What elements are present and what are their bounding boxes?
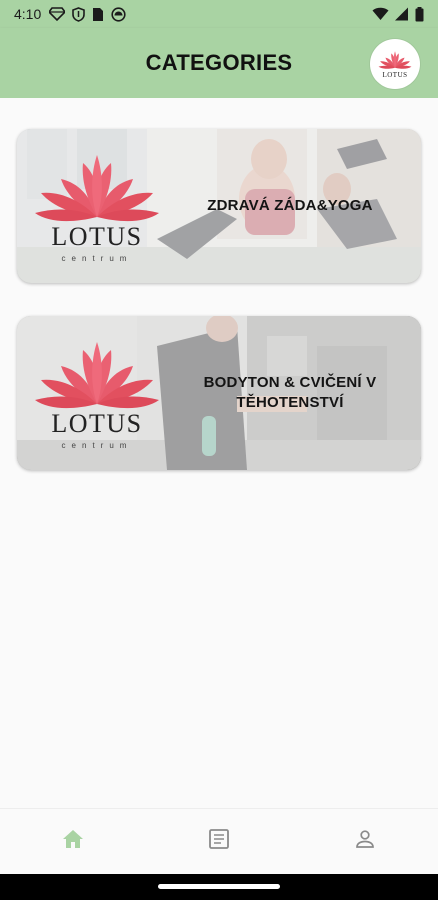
battery-icon bbox=[415, 6, 424, 22]
page-title: CATEGORIES bbox=[145, 50, 293, 75]
diamond-icon bbox=[49, 7, 66, 21]
document-icon bbox=[208, 828, 230, 855]
bottom-navigation bbox=[0, 808, 438, 874]
system-gesture-bar bbox=[0, 874, 438, 900]
shield-icon bbox=[72, 6, 86, 22]
home-gesture-handle[interactable] bbox=[158, 884, 280, 889]
categories-list: LOTUS centrum ZDRAVÁ ZÁDA&YOGA LOTUS cen… bbox=[0, 98, 438, 808]
lotus-flower-icon bbox=[378, 51, 412, 69]
category-title: ZDRAVÁ ZÁDA&YOGA bbox=[207, 197, 373, 214]
logo-subtitle: centrum bbox=[62, 441, 133, 450]
nav-home[interactable] bbox=[0, 809, 146, 874]
logo-subtitle: centrum bbox=[62, 254, 133, 263]
wifi-icon bbox=[372, 7, 389, 21]
circle-app-icon bbox=[111, 6, 126, 22]
category-card-bodyton-cviceni[interactable]: LOTUS centrum BODYTON & CVIČENÍ V TĚHOTE… bbox=[17, 316, 421, 470]
status-notification-icons bbox=[49, 6, 126, 22]
home-icon bbox=[62, 829, 84, 854]
app-bar: CATEGORIES LOTUS bbox=[0, 28, 438, 98]
category-title: BODYTON & CVIČENÍ V TĚHOTENSTVÍ bbox=[203, 374, 377, 411]
signal-icon bbox=[395, 7, 409, 21]
logo-word: LOTUS bbox=[51, 409, 142, 438]
person-icon bbox=[355, 829, 375, 854]
nav-profile[interactable] bbox=[292, 809, 438, 874]
nav-documents[interactable] bbox=[146, 809, 292, 874]
status-system-icons bbox=[372, 6, 424, 22]
logo-word: LOTUS bbox=[51, 222, 142, 251]
status-time: 4:10 bbox=[14, 6, 42, 22]
lotus-centrum-logo: LOTUS centrum bbox=[35, 342, 159, 450]
sim-card-icon bbox=[92, 7, 104, 22]
logo-text: LOTUS bbox=[382, 71, 408, 79]
category-card-zdrava-zada-yoga[interactable]: LOTUS centrum ZDRAVÁ ZÁDA&YOGA bbox=[17, 129, 421, 283]
lotus-logo-avatar[interactable]: LOTUS bbox=[370, 39, 420, 89]
status-bar: 4:10 bbox=[0, 0, 438, 28]
lotus-centrum-logo: LOTUS centrum bbox=[35, 155, 159, 263]
